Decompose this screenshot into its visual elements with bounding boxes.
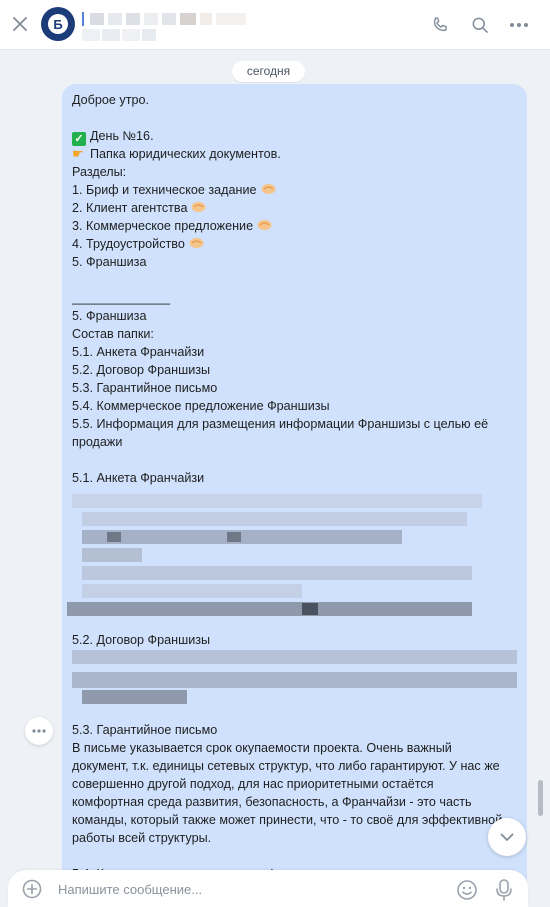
message-bubble[interactable]: Доброе утро. ✓ День №16. ☛ Папка юридическ… [62, 84, 527, 884]
search-button[interactable] [467, 12, 493, 38]
message-line: 5.1. Анкета Франчайзи [72, 345, 205, 359]
message-input[interactable] [56, 877, 440, 901]
handshake-icon [189, 238, 204, 248]
message-line: совершенно другой подход, для нас приори… [72, 777, 434, 791]
close-button[interactable] [8, 12, 32, 36]
check-mark-icon: ✓ [72, 132, 86, 146]
emoji-icon[interactable] [456, 879, 478, 901]
message-line: 5.2. Договор Франшизы [72, 363, 211, 377]
message-line: документ, т.к. единицы сетевых структур,… [72, 759, 500, 773]
message-line: 5.3. Гарантийное письмо [72, 723, 218, 737]
message-line: Доброе утро. [72, 93, 149, 107]
pointing-hand-icon: ☛ [72, 146, 84, 161]
message-composer [8, 870, 528, 907]
more-icon [32, 729, 46, 733]
message-line: работы всей структуры. [72, 831, 212, 845]
message-line: 5.1. Анкета Франчайзи [72, 471, 205, 485]
date-separator: сегодня [232, 61, 305, 82]
message-line: ☛ Папка юридических документов. [72, 146, 281, 161]
contact-name-blurred[interactable] [82, 12, 247, 26]
message-line: команды, который также может принести, ч… [72, 813, 503, 827]
message-line: 5. Франшиза [72, 255, 147, 269]
message-line: 5.3. Гарантийное письмо [72, 381, 218, 395]
message-line: продажи [72, 435, 123, 449]
message-line: комфортная среда развития, безопасность,… [72, 795, 472, 809]
phone-icon [433, 17, 447, 32]
message-line: В письме указывается срок окупаемости пр… [72, 741, 452, 755]
message-line: Состав папки: [72, 327, 154, 341]
blurred-content [67, 492, 522, 617]
message-line: 5. Франшиза [72, 309, 147, 323]
message-line: ✓ День №16. [72, 127, 154, 146]
contact-status-blurred [82, 29, 157, 41]
add-attachment-icon[interactable] [22, 879, 42, 899]
message-actions-button[interactable] [25, 717, 53, 745]
message-line: 5.2. Договор Франшизы [72, 633, 211, 647]
message-line: ______________ [72, 291, 171, 305]
close-icon [13, 17, 27, 31]
avatar[interactable]: Б [41, 7, 75, 41]
message-line: 5.4. Коммерческое предложение Франшизы [72, 399, 330, 413]
message-line: 1. Бриф и техническое задание [72, 181, 276, 199]
handshake-icon [257, 220, 272, 230]
message-line: 3. Коммерческое предложение [72, 217, 272, 235]
handshake-icon [261, 184, 275, 194]
blurred-content [67, 650, 522, 705]
microphone-icon[interactable] [495, 878, 513, 902]
message-line: 5.5. Информация для размещения информаци… [72, 417, 489, 431]
search-icon [472, 17, 488, 33]
message-line: Разделы: [72, 165, 127, 179]
call-button[interactable] [427, 12, 453, 38]
scrollbar-thumb[interactable] [538, 780, 543, 816]
message-line: 2. Клиент агентства [72, 199, 206, 217]
more-button[interactable] [506, 12, 532, 38]
handshake-icon [191, 202, 206, 212]
chevron-down-icon [500, 833, 514, 841]
chat-header: Б [0, 0, 550, 50]
scroll-down-button[interactable] [488, 818, 526, 856]
message-line: 4. Трудоустройство [72, 235, 204, 253]
avatar-initial: Б [48, 14, 68, 34]
more-icon [510, 23, 528, 27]
